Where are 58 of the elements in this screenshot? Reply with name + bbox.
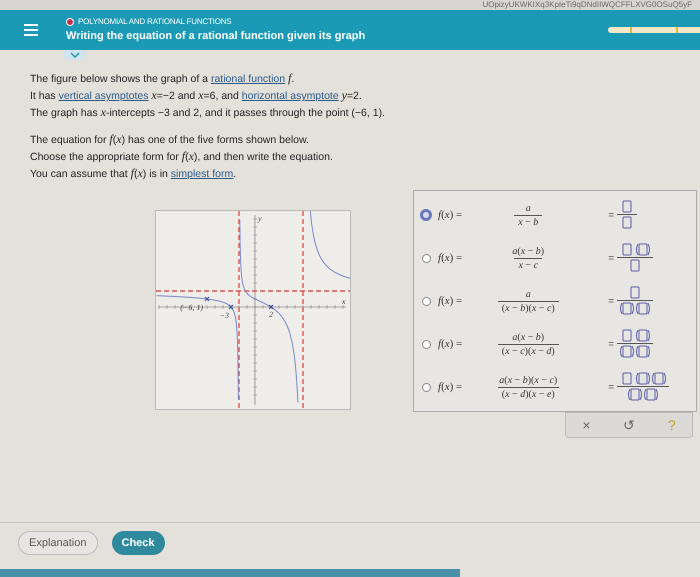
denominator: (x − c)(x − d) <box>498 344 559 358</box>
sentence: The equation for f(x) has one of the five forms shown below. <box>30 131 310 148</box>
axis-label: x <box>342 297 346 306</box>
point-marker <box>204 296 210 302</box>
glossary-link[interactable]: rational function <box>210 73 286 85</box>
formula-lhs: f(x) = <box>438 380 462 395</box>
radio-button[interactable] <box>422 296 431 306</box>
formula-lhs: f(x) = <box>438 250 462 266</box>
check-button[interactable]: Check <box>112 531 165 555</box>
formula-lhs: f(x) = <box>438 294 462 309</box>
axis-label: y <box>258 214 262 223</box>
sentence: It has vertical asymptotes x=−2 and x=6, and horizontal asymptote y=2. <box>30 87 363 104</box>
numerator: a(x − b)(x − c) <box>498 374 558 386</box>
radio-button[interactable] <box>422 254 431 262</box>
fraction-template-drawing[interactable] <box>617 372 670 402</box>
radio-button[interactable] <box>422 340 431 348</box>
denominator: x − b <box>514 214 542 228</box>
glossary-link[interactable]: horizontal asymptote <box>242 90 339 102</box>
formula-lhs: f(x) = <box>438 336 462 352</box>
url-text: UOpizyUKWKIXq3KpIeTi9qDNdIIWQCFFLXVG0OSuQ5yF <box>482 0 692 10</box>
undo-button[interactable]: ↺ <box>623 414 636 436</box>
denominator: x − c <box>514 258 542 272</box>
radio-button[interactable] <box>422 382 431 392</box>
fraction-template-drawing[interactable] <box>617 200 638 230</box>
formula-lhs: f(x) = <box>438 208 462 223</box>
denominator: (x − d)(x − e) <box>498 386 559 400</box>
point-marker <box>228 304 234 310</box>
sentence: You can assume that f(x) is in simplest form. <box>30 165 238 182</box>
tick-label: −3 <box>220 311 229 320</box>
equals-sign: = <box>608 380 614 394</box>
equals-sign: = <box>608 208 614 222</box>
numerator: a <box>524 288 532 300</box>
sentence: Choose the appropriate form for f(x), and then write the equation. <box>30 148 334 165</box>
topic-label: POLYNOMIAL AND RATIONAL FUNCTIONS <box>78 16 232 28</box>
chevron-down-icon <box>70 52 80 58</box>
fraction-template-drawing[interactable] <box>617 243 654 273</box>
equals-sign: = <box>608 252 614 266</box>
menu-icon[interactable] <box>24 24 38 36</box>
denominator: (x − b)(x − c) <box>498 300 559 314</box>
radio-button[interactable] <box>420 209 432 221</box>
sentence: The graph has x-intercepts −3 and 2, and it passes through the point (−6, 1). <box>30 104 386 121</box>
explanation-button[interactable]: Explanation <box>18 531 98 555</box>
fraction-template-drawing[interactable] <box>617 329 654 359</box>
fraction-template-drawing[interactable] <box>617 286 654 316</box>
collapse-tab[interactable] <box>64 50 86 60</box>
point-label: (−6, 1) <box>180 303 203 312</box>
glossary-link[interactable]: simplest form <box>170 168 234 180</box>
sentence: The figure below shows the graph of a rational function f. <box>30 70 296 87</box>
glossary-link[interactable]: vertical asymptotes <box>58 90 148 102</box>
numerator: a(x − b) <box>511 244 546 258</box>
page-title: Writing the equation of a rational function given its graph <box>66 28 366 44</box>
equals-sign: = <box>608 338 614 352</box>
equals-sign: = <box>608 294 614 308</box>
numerator: a <box>524 202 532 214</box>
numerator: a(x − b) <box>511 330 546 344</box>
point-marker <box>268 304 274 310</box>
clear-button[interactable]: × <box>582 414 591 436</box>
tick-label: 2 <box>269 310 273 319</box>
